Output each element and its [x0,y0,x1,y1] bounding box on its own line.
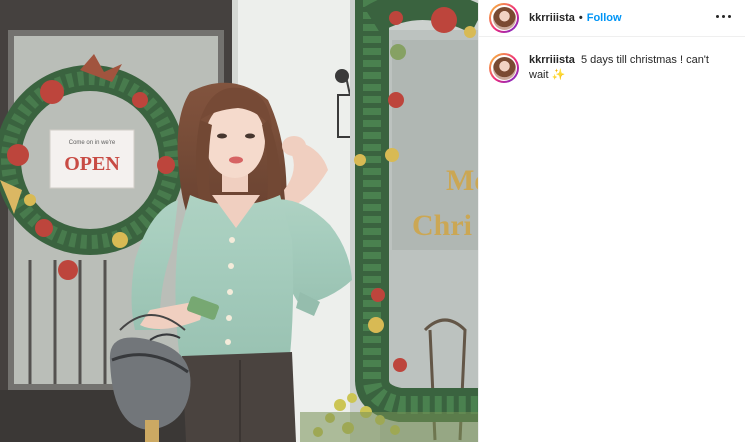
header-separator: • [578,12,583,24]
post-image: Come on in we're OPEN Me Chri [0,0,478,442]
post-header: kkrriiista • Follow [479,0,745,37]
caption-avatar[interactable] [489,53,519,83]
comments-area: kkrriiista 5 days till christmas ! can't… [479,37,745,83]
author-username[interactable]: kkrriiista [529,12,575,24]
post-side-panel: kkrriiista • Follow kkrriiista 5 days ti… [478,0,745,442]
caption-row: kkrriiista 5 days till christmas ! can't… [489,53,733,83]
more-options-icon[interactable] [716,11,731,22]
caption-username[interactable]: kkrriiista [529,54,575,66]
avatar-ring [491,55,517,81]
more-dot [722,15,725,18]
author-avatar[interactable] [489,3,519,33]
sparkle-emoji-icon: ✨ [551,69,566,81]
avatar-image [492,56,516,80]
follow-button[interactable]: Follow [587,12,622,24]
post-photo[interactable]: Come on in we're OPEN Me Chri [0,0,478,442]
more-dot [728,15,731,18]
header-text: kkrriiista • Follow [529,12,622,24]
avatar-image [492,6,516,30]
caption-text: kkrriiista 5 days till christmas ! can't… [529,53,729,83]
more-dot [716,15,719,18]
avatar-ring [491,5,517,31]
